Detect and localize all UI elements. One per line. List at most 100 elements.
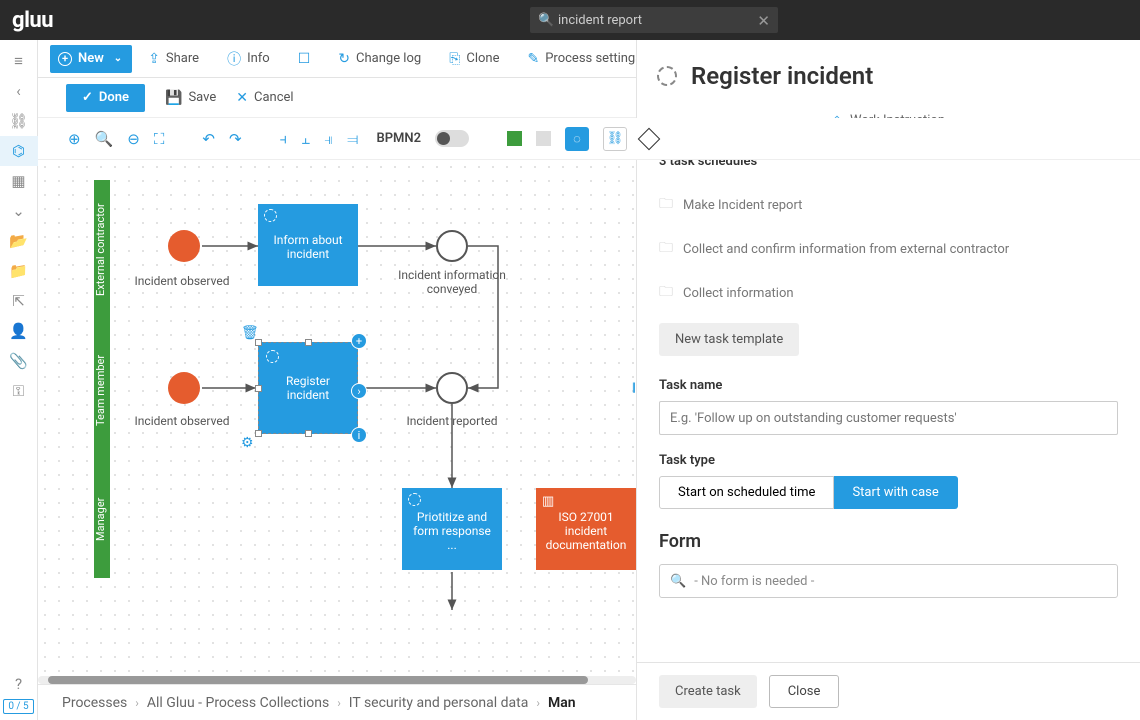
process-settings-label: Process settings <box>545 51 642 66</box>
undo-icon[interactable]: ↶ <box>202 130 215 148</box>
clone-icon: ⎘ <box>449 51 460 67</box>
align-left-icon[interactable]: ⫣ <box>324 130 333 148</box>
task-prioritize[interactable]: Priotitize and form response ... <box>402 488 502 570</box>
crumb-processes[interactable]: Processes <box>62 695 127 711</box>
export-icon[interactable]: ⇱ <box>0 286 38 316</box>
crumb-it-security[interactable]: IT security and personal data <box>349 695 529 711</box>
bpmn-label: BPMN2 <box>376 131 421 146</box>
fullscreen-icon[interactable]: ⛶ <box>154 130 165 148</box>
editor-toolbar: ⊕ 🔍 ⊖ ⛶ ↶ ↷ ⫞ ⫠ ⫣ ⫤ BPMN2 ◌ ⛓ <box>38 118 1140 160</box>
caption-conveyed: Incident information conveyed <box>392 268 512 296</box>
task-type-segment: Start on scheduled time Start with case <box>659 476 1118 509</box>
schedule-item[interactable]: 🗀Collect information <box>659 271 1118 315</box>
new-button[interactable]: + New ⌄ <box>50 45 132 73</box>
search-icon: 🔍 <box>538 13 554 28</box>
activity-icon <box>657 66 677 86</box>
task-iso-doc[interactable]: ▥ISO 27001 incident documentation <box>536 488 636 570</box>
left-rail: ≡ ‹ ⛓ ⌬ ▦ ⌄ 📂 📁 ⇱ 👤 📎 ⚿ ? 0 / 5 <box>0 40 38 720</box>
hierarchy-icon[interactable]: ⛓ <box>0 106 38 136</box>
shape-subprocess-button[interactable]: ⛓ <box>603 127 627 151</box>
share-button[interactable]: ⇪Share <box>136 45 211 73</box>
process-canvas[interactable]: External contractor Team member Manager … <box>38 160 636 676</box>
attachment-icon[interactable]: 📎 <box>0 346 38 376</box>
start-event-2[interactable] <box>168 372 200 404</box>
scrollbar-thumb[interactable] <box>48 676 588 684</box>
bookmark-button[interactable]: ☐ <box>286 45 323 73</box>
zoom-fit-icon[interactable]: 🔍 <box>95 130 114 148</box>
cancel-button[interactable]: ✕Cancel <box>236 90 293 106</box>
align-right-icon[interactable]: ⫤ <box>347 130 358 148</box>
done-button[interactable]: ✓Done <box>66 84 145 112</box>
zoom-in-icon[interactable]: ⊕ <box>68 130 81 148</box>
changelog-label: Change log <box>356 51 421 66</box>
info-label: Info <box>247 51 270 66</box>
user-icon[interactable]: 👤 <box>0 316 38 346</box>
schedule-item[interactable]: 🗀Collect and confirm information from ex… <box>659 227 1118 271</box>
bpmn-toggle[interactable] <box>435 130 469 147</box>
lane-team-member[interactable]: Team member <box>94 320 110 460</box>
help-icon[interactable]: ? <box>0 669 38 699</box>
key-icon[interactable]: ⚿ <box>0 376 38 406</box>
create-task-button[interactable]: Create task <box>659 675 757 708</box>
new-task-template-button[interactable]: New task template <box>659 323 799 356</box>
color-green[interactable] <box>507 131 522 146</box>
schedule-label: Make Incident report <box>683 198 802 213</box>
shape-activity-button[interactable]: ◌ <box>565 127 589 151</box>
schedule-label: Collect and confirm information from ext… <box>683 242 1009 257</box>
clone-button[interactable]: ⎘Clone <box>437 45 511 73</box>
form-select[interactable]: 🔍 - No form is needed - <box>659 564 1118 598</box>
save-button[interactable]: 💾Save <box>165 90 216 106</box>
loop-icon <box>264 209 277 222</box>
changelog-button[interactable]: ↻Change log <box>326 45 433 73</box>
new-label: New <box>78 51 104 66</box>
canvas-scrollbar[interactable] <box>38 676 636 684</box>
color-grey[interactable] <box>536 131 551 146</box>
chevron-down-icon: ⌄ <box>114 53 122 64</box>
seg-scheduled-button[interactable]: Start on scheduled time <box>659 476 834 509</box>
delete-icon[interactable]: 🗑 <box>241 325 259 341</box>
gateway-1[interactable] <box>436 230 468 262</box>
diagram-icon[interactable]: ⌬ <box>0 136 38 166</box>
clear-search-icon[interactable]: ✕ <box>757 12 770 30</box>
schedule-item[interactable]: 🗀 Make Incident report <box>659 183 1118 227</box>
book-icon: ▥ <box>542 494 554 509</box>
close-button[interactable]: Close <box>769 675 840 708</box>
task-inform-incident[interactable]: Inform about incident <box>258 204 358 286</box>
search-input[interactable] <box>530 7 778 33</box>
task-name-label: Task name <box>659 378 1118 393</box>
next-badge[interactable]: › <box>351 383 367 399</box>
shape-gateway-button[interactable] <box>638 127 661 150</box>
cancel-icon: ✕ <box>236 90 248 106</box>
chevron-down-icon[interactable]: ⌄ <box>0 196 38 226</box>
seg-case-button[interactable]: Start with case <box>834 476 957 509</box>
lane-manager[interactable]: Manager <box>94 460 110 578</box>
folder-open-icon[interactable]: 📂 <box>0 226 38 256</box>
grid-icon[interactable]: ▦ <box>0 166 38 196</box>
folder-icon: 🗀 <box>659 193 673 217</box>
panel-title: Register incident <box>691 62 873 90</box>
task-label: Register incident <box>267 374 349 402</box>
task-register-incident[interactable]: Register incident 🗑 + › i ⚙ <box>258 342 358 434</box>
lane-external-contractor[interactable]: External contractor <box>94 180 110 320</box>
align-top-icon[interactable]: ⫞ <box>280 130 288 148</box>
app-logo: gluu <box>12 8 53 33</box>
zoom-out-icon[interactable]: ⊖ <box>127 130 140 148</box>
task-label: ISO 27001 incident documentation <box>544 510 628 552</box>
info-button[interactable]: ⓘInfo <box>215 45 282 73</box>
folder-icon[interactable]: 📁 <box>0 256 38 286</box>
redo-icon[interactable]: ↷ <box>229 130 242 148</box>
plus-icon: + <box>58 52 72 66</box>
info-badge[interactable]: i <box>351 427 367 443</box>
align-bottom-icon[interactable]: ⫠ <box>301 130 310 148</box>
search-container: 🔍 ✕ <box>530 7 778 33</box>
gear-icon[interactable]: ⚙ <box>241 435 254 451</box>
start-event-1[interactable] <box>168 230 200 262</box>
menu-icon[interactable]: ≡ <box>0 46 38 76</box>
add-badge[interactable]: + <box>351 333 367 349</box>
gateway-2[interactable] <box>436 372 468 404</box>
crumb-collections[interactable]: All Gluu - Process Collections <box>147 695 329 711</box>
back-icon[interactable]: ‹ <box>0 76 38 106</box>
task-name-input[interactable] <box>659 401 1118 435</box>
done-label: Done <box>99 90 129 105</box>
process-settings-button[interactable]: ✎Process settings <box>516 45 654 73</box>
